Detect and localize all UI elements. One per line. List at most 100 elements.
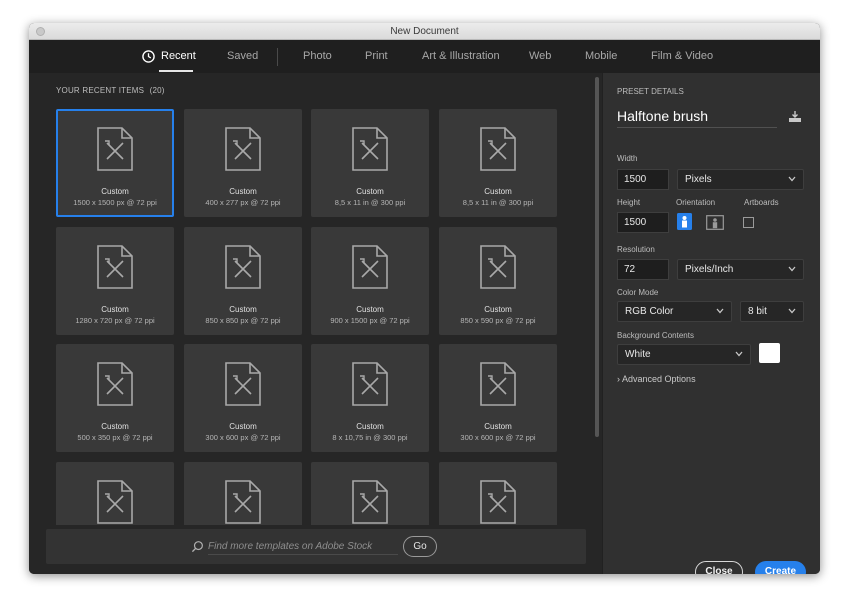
- advanced-options-label: Advanced Options: [622, 374, 696, 384]
- recent-item-size: 300 x 600 px @ 72 ppi: [460, 433, 536, 442]
- recent-item-tile[interactable]: Custom 850 x 590 px @ 72 ppi: [439, 227, 557, 335]
- portrait-orientation-icon[interactable]: [677, 213, 692, 230]
- height-label: Height: [617, 198, 641, 207]
- resolution-unit-value: Pixels/Inch: [685, 264, 734, 275]
- tab-print[interactable]: Print: [365, 40, 388, 73]
- recent-item-name: Custom: [229, 305, 257, 314]
- recent-items-heading: YOUR RECENT ITEMS (20): [56, 86, 165, 95]
- recent-item-name: Custom: [229, 422, 257, 431]
- recent-items-grid: Custom 1500 x 1500 px @ 72 ppi Custom 400 x…: [56, 109, 558, 525]
- landscape-orientation-icon[interactable]: [706, 215, 724, 230]
- recent-item-tile[interactable]: Custom 400 x 277 px @ 72 ppi: [184, 109, 302, 217]
- recent-item-tile[interactable]: Custom 8,5 x 11 in @ 300 ppi: [439, 109, 557, 217]
- artboards-label: Artboards: [744, 198, 779, 207]
- window-close-dot[interactable]: [36, 27, 45, 36]
- search-icon: [191, 541, 203, 553]
- go-button[interactable]: Go: [403, 536, 437, 557]
- recent-item-tile[interactable]: Custom 500 x 350 px @ 72 ppi: [56, 344, 174, 452]
- recent-item-size: 850 x 590 px @ 72 ppi: [460, 316, 536, 325]
- recent-item-size: 8,5 x 11 in @ 300 ppi: [334, 198, 406, 207]
- preset-details-heading: PRESET DETAILS: [617, 87, 684, 96]
- stock-search-bar: Go: [46, 529, 586, 564]
- tab-film-video[interactable]: Film & Video: [651, 40, 713, 73]
- document-preset-icon: [480, 127, 516, 171]
- category-tabs: Recent Saved Photo Print Art & Illustrat…: [29, 40, 820, 73]
- tab-photo[interactable]: Photo: [303, 40, 332, 73]
- recent-item-tile[interactable]: Custom 1280 x 720 px @ 72 ppi: [56, 227, 174, 335]
- recent-item-tile[interactable]: Custom 8,5 x 11 in @ 300 ppi: [311, 109, 429, 217]
- recent-item-name: Custom: [356, 422, 384, 431]
- recent-item-tile[interactable]: [56, 462, 174, 525]
- recent-item-name: Custom: [484, 187, 512, 196]
- color-mode-dropdown[interactable]: RGB Color: [617, 301, 732, 322]
- width-unit-dropdown[interactable]: Pixels: [677, 169, 804, 190]
- new-document-dialog: New Document Recent Saved Photo Print Ar…: [29, 23, 820, 574]
- recent-item-size: 8 x 10,75 in @ 300 ppi: [332, 433, 408, 442]
- recent-item-tile[interactable]: [311, 462, 429, 525]
- tab-art-illustration[interactable]: Art & Illustration: [422, 40, 500, 73]
- tab-divider: [277, 48, 278, 66]
- recent-item-name: Custom: [101, 305, 129, 314]
- color-mode-label: Color Mode: [617, 288, 659, 297]
- recent-item-tile[interactable]: Custom 850 x 850 px @ 72 ppi: [184, 227, 302, 335]
- document-preset-icon: [352, 245, 388, 289]
- width-unit-value: Pixels: [685, 174, 712, 185]
- bit-depth-value: 8 bit: [748, 306, 767, 317]
- recent-item-tile[interactable]: Custom 300 x 600 px @ 72 ppi: [439, 344, 557, 452]
- chevron-down-icon: [788, 308, 796, 314]
- orientation-label: Orientation: [676, 198, 716, 207]
- save-preset-icon[interactable]: [788, 110, 802, 123]
- recent-item-name: Custom: [101, 187, 129, 196]
- chevron-down-icon: [735, 351, 743, 357]
- color-mode-value: RGB Color: [625, 306, 674, 317]
- recent-item-tile[interactable]: Custom 8 x 10,75 in @ 300 ppi: [311, 344, 429, 452]
- window-title: New Document: [390, 26, 459, 37]
- chevron-right-icon: ›: [617, 374, 620, 384]
- tab-saved[interactable]: Saved: [227, 40, 258, 73]
- stock-search-input[interactable]: [208, 538, 398, 555]
- document-preset-icon: [480, 362, 516, 406]
- document-preset-icon: [352, 362, 388, 406]
- grid-scrollbar[interactable]: [595, 77, 599, 437]
- preset-details-pane: PRESET DETAILS Halftone brush Width 1500…: [603, 73, 820, 574]
- document-preset-icon: [352, 480, 388, 524]
- chevron-down-icon: [788, 266, 796, 272]
- recent-item-name: Custom: [101, 422, 129, 431]
- tab-web[interactable]: Web: [529, 40, 551, 73]
- title-bar: New Document: [29, 23, 820, 40]
- resolution-field[interactable]: 72: [617, 259, 669, 280]
- artboards-checkbox[interactable]: [743, 217, 754, 228]
- document-preset-icon: [225, 362, 261, 406]
- document-preset-icon: [225, 480, 261, 524]
- width-label: Width: [617, 154, 638, 163]
- document-preset-icon: [97, 480, 133, 524]
- recent-item-name: Custom: [484, 305, 512, 314]
- background-color-swatch[interactable]: [759, 343, 780, 363]
- document-preset-icon: [352, 127, 388, 171]
- recent-item-tile[interactable]: Custom 300 x 600 px @ 72 ppi: [184, 344, 302, 452]
- preset-name[interactable]: Halftone brush: [617, 108, 708, 124]
- tab-mobile[interactable]: Mobile: [585, 40, 617, 73]
- recent-item-tile[interactable]: [184, 462, 302, 525]
- tab-recent[interactable]: Recent: [161, 40, 196, 73]
- advanced-options-toggle[interactable]: › Advanced Options: [617, 374, 696, 384]
- close-button[interactable]: Close: [695, 561, 743, 574]
- bit-depth-dropdown[interactable]: 8 bit: [740, 301, 804, 322]
- preset-name-underline: [617, 127, 777, 128]
- clock-icon: [142, 50, 155, 63]
- recent-item-name: Custom: [356, 187, 384, 196]
- background-contents-label: Background Contents: [617, 331, 694, 340]
- resolution-label: Resolution: [617, 245, 655, 254]
- height-field[interactable]: 1500: [617, 212, 669, 233]
- recent-item-tile[interactable]: Custom 900 x 1500 px @ 72 ppi: [311, 227, 429, 335]
- recent-item-tile[interactable]: Custom 1500 x 1500 px @ 72 ppi: [56, 109, 174, 217]
- recent-item-size: 1280 x 720 px @ 72 ppi: [75, 316, 155, 325]
- resolution-unit-dropdown[interactable]: Pixels/Inch: [677, 259, 804, 280]
- width-field[interactable]: 1500: [617, 169, 669, 190]
- recent-item-size: 1500 x 1500 px @ 72 ppi: [73, 198, 157, 207]
- active-tab-indicator: [159, 70, 193, 72]
- create-button[interactable]: Create: [755, 561, 806, 574]
- chevron-down-icon: [788, 176, 796, 182]
- recent-item-tile[interactable]: [439, 462, 557, 525]
- background-contents-dropdown[interactable]: White: [617, 344, 751, 365]
